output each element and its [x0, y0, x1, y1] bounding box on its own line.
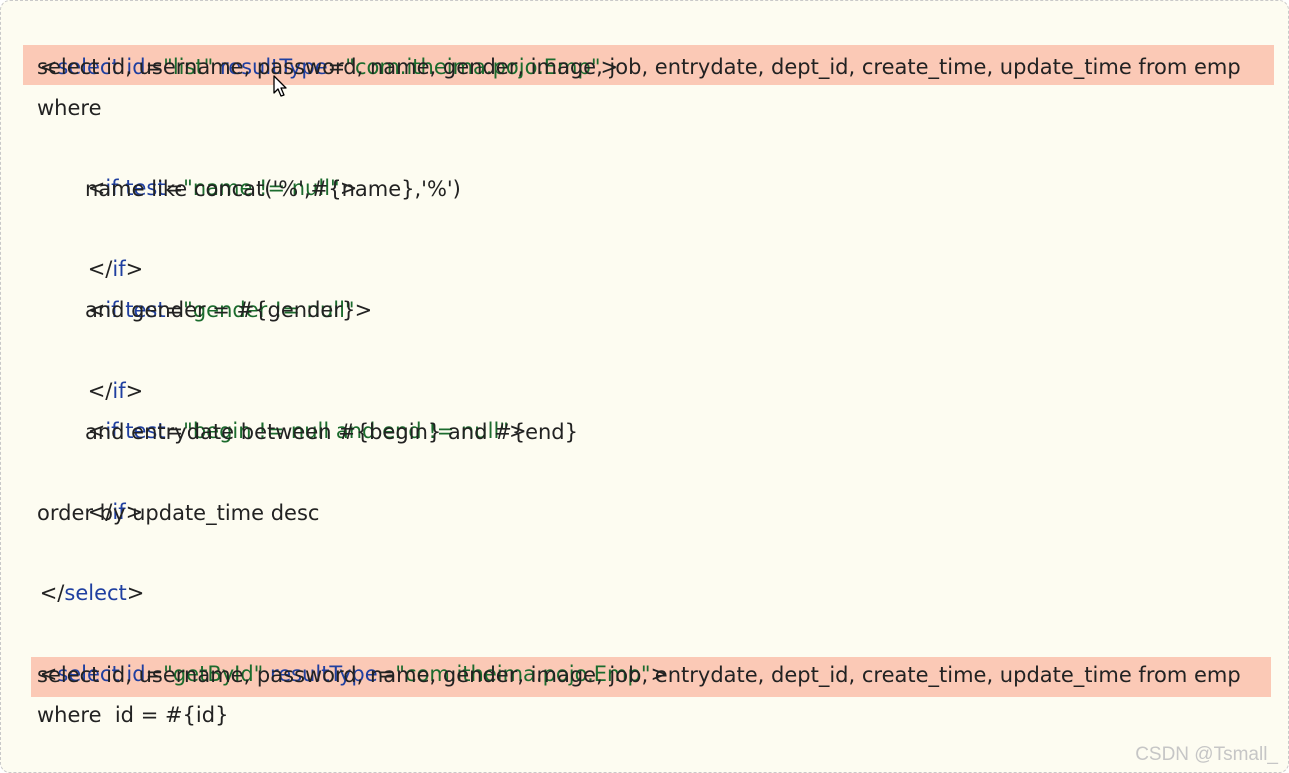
code-line-where-id: where id = #{id}	[37, 703, 229, 727]
code-line-and-gender: and gender = #{gender}	[85, 298, 356, 322]
code-line-where: where	[37, 96, 102, 120]
code-line-sql-select-getbyid: select id, username, password, name, gen…	[37, 663, 1241, 687]
code-line-name-like: name like concat('%',#{name},'%')	[85, 177, 461, 201]
code-line-order-by: order by update_time desc	[37, 501, 320, 525]
code-line-if-begin-end-open: <if test="begin != null and end != null"…	[1, 371, 1288, 443]
code-line-select-close: </select>	[1, 533, 1288, 605]
code-panel: <select id="list" resultType="com.itheim…	[0, 0, 1289, 773]
code-line-sql-select-list: select id, username, password, name, gen…	[37, 55, 1241, 79]
code-line-if-close: </if>	[1, 209, 1288, 281]
tag-bracket: </	[39, 581, 65, 605]
watermark: CSDN @Tsmall_	[1135, 744, 1278, 765]
mouse-pointer-icon	[273, 75, 287, 97]
code-line-select-getbyid-open: <select id="getById" resultType="com.ith…	[1, 614, 1288, 686]
code-line-select-list-open: <select id="list" resultType="com.itheim…	[1, 7, 1288, 79]
code-line-if-close: </if>	[1, 331, 1288, 403]
code-line-select-close: </select>	[1, 735, 1288, 772]
code-line-and-entrydate: and entrydate between #{begin} and #{end…	[85, 420, 578, 444]
code-line-if-gender-open: <if test="gender != null">	[1, 250, 1288, 322]
tag-bracket: >	[126, 581, 145, 605]
tag-name: select	[64, 581, 127, 605]
code-line-if-name-open: <if test="name != null">	[1, 128, 1288, 200]
code-line-if-close: </if>	[1, 452, 1288, 524]
